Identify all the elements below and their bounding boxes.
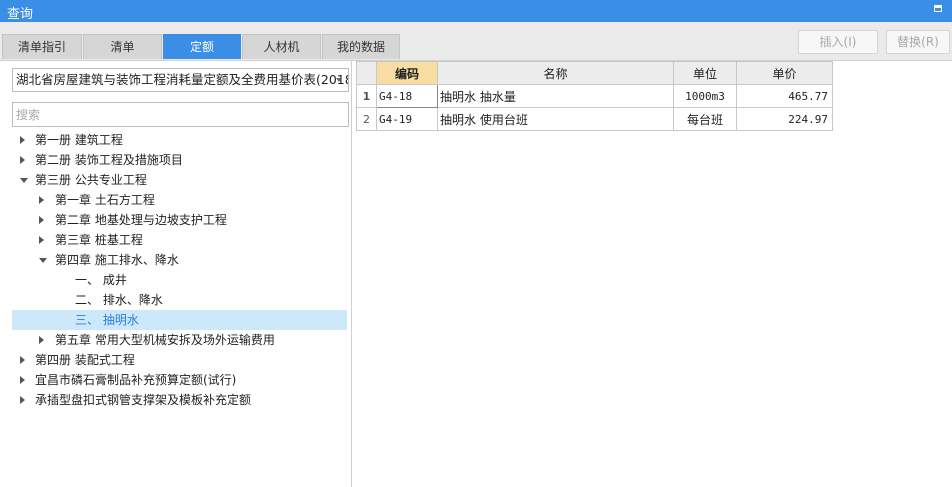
tab-my-data[interactable]: 我的数据: [322, 34, 400, 59]
maximize-icon[interactable]: [934, 5, 942, 12]
row-number: 1: [356, 84, 377, 108]
tree-node-label: 三、 抽明水: [75, 313, 139, 327]
tree-node-label: 一、 成井: [75, 273, 127, 287]
search-input[interactable]: [12, 102, 349, 127]
caret-right-icon[interactable]: [39, 196, 44, 204]
table-row[interactable]: 1 G4-18 抽明水 抽水量 1000m3 465.77: [356, 84, 833, 108]
cell-price[interactable]: 224.97: [736, 107, 833, 131]
tree-node-label: 承插型盘扣式钢管支撑架及模板补充定额: [35, 393, 252, 407]
left-panel: 湖北省房屋建筑与装饰工程消耗量定额及全费用基价表(2018) 第一册 建筑工程第…: [2, 61, 352, 487]
tree-node[interactable]: 第五章 常用大型机械安拆及场外运输费用: [12, 330, 347, 350]
tab-bar: 清单指引 清单 定额 人材机 我的数据 插入(I) 替换(R): [0, 22, 952, 61]
tree-node[interactable]: 第二册 装饰工程及措施项目: [12, 150, 347, 170]
window-title: 查询: [7, 7, 34, 22]
cell-unit[interactable]: 每台班: [673, 107, 737, 131]
tree-node-label: 第四册 装配式工程: [35, 353, 135, 367]
tree-node[interactable]: 三、 抽明水: [12, 310, 347, 330]
tab-bill[interactable]: 清单: [83, 34, 162, 59]
tree-node[interactable]: 第一册 建筑工程: [12, 130, 347, 150]
cell-name[interactable]: 抽明水 使用台班: [437, 107, 674, 131]
tree-node-label: 宜昌市磷石膏制品补充预算定额(试行): [35, 373, 237, 387]
library-select-value: 湖北省房屋建筑与装饰工程消耗量定额及全费用基价表(2018): [16, 72, 349, 87]
tree-node[interactable]: 第二章 地基处理与边坡支护工程: [12, 210, 347, 230]
tree-node-label: 第二章 地基处理与边坡支护工程: [55, 213, 227, 227]
column-header-code[interactable]: 编码: [376, 61, 438, 85]
caret-right-icon[interactable]: [20, 396, 25, 404]
tree-node-label: 第二册 装饰工程及措施项目: [35, 153, 183, 167]
tab-materials[interactable]: 人材机: [242, 34, 321, 59]
cell-price[interactable]: 465.77: [736, 84, 833, 108]
caret-right-icon[interactable]: [20, 356, 25, 364]
replace-button[interactable]: 替换(R): [886, 30, 950, 54]
tree-node-label: 第四章 施工排水、降水: [55, 253, 179, 267]
caret-right-icon[interactable]: [20, 376, 25, 384]
tree-node[interactable]: 承插型盘扣式钢管支撑架及模板补充定额: [12, 390, 347, 410]
tab-bill-guide[interactable]: 清单指引: [2, 34, 82, 59]
tree-node[interactable]: 第三册 公共专业工程: [12, 170, 347, 190]
tree-node[interactable]: 第三章 桩基工程: [12, 230, 347, 250]
grid-corner: [356, 61, 377, 85]
column-header-unit[interactable]: 单位: [673, 61, 737, 85]
tree-node-label: 第一章 土石方工程: [55, 193, 155, 207]
tree-node[interactable]: 一、 成井: [12, 270, 347, 290]
column-header-name[interactable]: 名称: [437, 61, 674, 85]
tab-quota[interactable]: 定额: [163, 34, 241, 59]
tree-node[interactable]: 宜昌市磷石膏制品补充预算定额(试行): [12, 370, 347, 390]
caret-right-icon[interactable]: [39, 336, 44, 344]
caret-right-icon[interactable]: [39, 216, 44, 224]
caret-right-icon[interactable]: [20, 136, 25, 144]
tree-node-label: 二、 排水、降水: [75, 293, 163, 307]
tree-node[interactable]: 二、 排水、降水: [12, 290, 347, 310]
chevron-down-icon[interactable]: [336, 78, 342, 82]
caret-right-icon[interactable]: [20, 156, 25, 164]
row-number: 2: [356, 107, 377, 131]
tree-node-label: 第三章 桩基工程: [55, 233, 143, 247]
grid-header-row: 编码 名称 单位 单价: [356, 61, 833, 85]
quota-grid: 编码 名称 单位 单价 1 G4-18 抽明水 抽水量 1000m3 465.7…: [356, 61, 833, 131]
cell-code[interactable]: G4-19: [376, 107, 438, 131]
caret-down-icon[interactable]: [20, 178, 28, 183]
tree-node[interactable]: 第一章 土石方工程: [12, 190, 347, 210]
title-bar: 查询: [0, 0, 952, 22]
tree-node[interactable]: 第四册 装配式工程: [12, 350, 347, 370]
tree-node-label: 第一册 建筑工程: [35, 133, 123, 147]
tree-node[interactable]: 第四章 施工排水、降水: [12, 250, 347, 270]
cell-unit[interactable]: 1000m3: [673, 84, 737, 108]
table-row[interactable]: 2 G4-19 抽明水 使用台班 每台班 224.97: [356, 107, 833, 131]
library-select[interactable]: 湖北省房屋建筑与装饰工程消耗量定额及全费用基价表(2018): [12, 68, 349, 92]
cell-name[interactable]: 抽明水 抽水量: [437, 84, 674, 108]
caret-right-icon[interactable]: [39, 236, 44, 244]
caret-down-icon[interactable]: [39, 258, 47, 263]
tree-node-label: 第三册 公共专业工程: [35, 173, 147, 187]
cell-code[interactable]: G4-18: [376, 84, 438, 108]
tree-node-label: 第五章 常用大型机械安拆及场外运输费用: [55, 333, 275, 347]
column-header-price[interactable]: 单价: [736, 61, 833, 85]
insert-button[interactable]: 插入(I): [798, 30, 878, 54]
